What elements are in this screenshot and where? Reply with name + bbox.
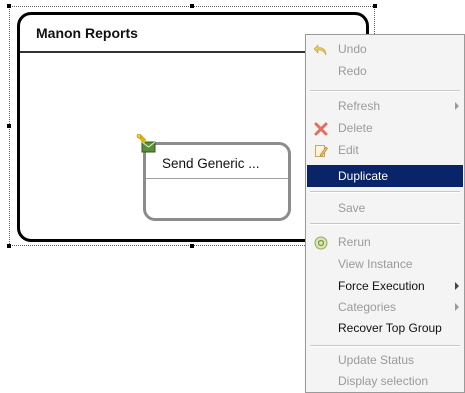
resize-handle-bottom[interactable] <box>190 244 194 248</box>
menu-item-label: Recover Top Group <box>338 321 442 335</box>
menu-item-label: Refresh <box>338 99 381 113</box>
undo-icon <box>313 42 328 56</box>
menu-item-label: Duplicate <box>338 169 389 183</box>
menu-item-categories[interactable]: Categories <box>307 296 463 318</box>
resize-handle-left[interactable] <box>7 124 11 128</box>
menu-item-save[interactable]: Save <box>307 197 463 219</box>
submenu-arrow-icon <box>455 102 459 110</box>
rerun-icon <box>314 235 328 250</box>
menu-item-label: Force Execution <box>338 279 425 293</box>
menu-item-redo[interactable]: Redo <box>307 60 463 82</box>
submenu-arrow-icon <box>455 282 459 290</box>
menu-item-edit[interactable]: Edit <box>307 139 463 161</box>
menu-separator <box>310 223 460 225</box>
menu-separator <box>310 191 460 193</box>
task-header: Send Generic ... <box>146 145 288 179</box>
menu-item-label: Edit <box>338 143 359 157</box>
menu-item-rerun[interactable]: Rerun <box>307 231 463 253</box>
menu-separator <box>310 90 460 92</box>
menu-item-view-instance[interactable]: View Instance <box>307 253 463 275</box>
menu-item-undo[interactable]: Undo <box>307 38 463 60</box>
task-title: Send Generic ... <box>162 156 260 171</box>
delete-icon <box>314 121 328 136</box>
context-menu: Undo Redo Refresh Delete Edit Duplicate … <box>305 34 465 393</box>
menu-item-update-status[interactable]: Update Status <box>307 349 463 371</box>
menu-item-label: Redo <box>338 64 367 78</box>
menu-item-label: Categories <box>338 300 397 314</box>
task-node[interactable]: Send Generic ... <box>143 142 291 221</box>
menu-separator <box>310 345 460 347</box>
menu-item-label: Undo <box>338 42 367 56</box>
resize-handle-top-right[interactable] <box>373 4 377 8</box>
resize-handle-bottom-left[interactable] <box>7 244 11 248</box>
menu-item-recover-top-group[interactable]: Recover Top Group <box>307 317 463 339</box>
task-type-icon <box>136 133 158 154</box>
edit-icon <box>314 143 328 157</box>
submenu-arrow-icon <box>455 303 459 311</box>
resize-handle-top-left[interactable] <box>7 4 11 8</box>
menu-item-label: Delete <box>338 121 373 135</box>
menu-item-label: Update Status <box>338 353 415 367</box>
menu-item-duplicate[interactable]: Duplicate <box>307 165 463 187</box>
resize-handle-top[interactable] <box>190 4 194 8</box>
menu-item-force-execution[interactable]: Force Execution <box>307 275 463 297</box>
menu-item-display-selection[interactable]: Display selection <box>307 370 463 392</box>
menu-item-delete[interactable]: Delete <box>307 117 463 139</box>
menu-item-label: Save <box>338 201 366 215</box>
menu-item-refresh[interactable]: Refresh <box>307 95 463 117</box>
group-title: Manon Reports <box>36 25 138 41</box>
menu-item-label: Display selection <box>338 374 429 388</box>
menu-item-label: Rerun <box>338 235 371 249</box>
menu-item-label: View Instance <box>338 257 413 271</box>
